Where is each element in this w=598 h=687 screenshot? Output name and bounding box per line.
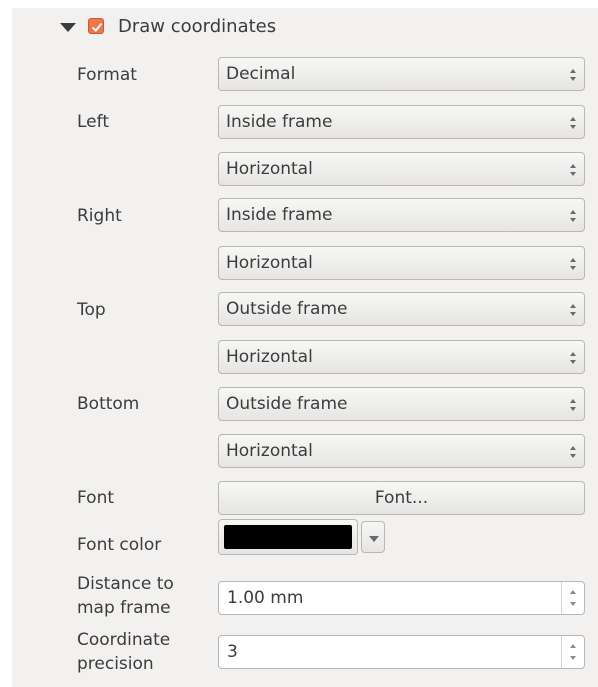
bottom-position-value: Outside frame (226, 394, 348, 414)
bottom-position-combobox[interactable]: Outside frame (218, 387, 585, 421)
updown-arrows-icon (570, 69, 576, 81)
top-direction-value: Horizontal (226, 347, 313, 367)
left-label: Left (77, 112, 109, 132)
precision-value: 3 (227, 642, 238, 662)
precision-spinbox[interactable]: 3 (218, 635, 585, 669)
updown-arrows-icon (570, 446, 576, 458)
right-direction-value: Horizontal (226, 253, 313, 273)
top-position-value: Outside frame (226, 299, 348, 319)
font-label: Font (77, 488, 115, 508)
updown-arrows-icon (570, 399, 576, 411)
updown-arrows-icon (570, 590, 576, 606)
top-label: Top (77, 300, 106, 320)
format-combobox[interactable]: Decimal (218, 57, 585, 91)
left-direction-value: Horizontal (226, 159, 313, 179)
left-position-value: Inside frame (226, 112, 333, 132)
updown-arrows-icon (570, 117, 576, 129)
precision-label-line2: precision (77, 654, 154, 674)
top-direction-combobox[interactable]: Horizontal (218, 340, 585, 374)
precision-stepper[interactable] (561, 636, 584, 668)
distance-value: 1.00 mm (227, 588, 304, 608)
font-color-swatch (224, 525, 352, 549)
left-direction-combobox[interactable]: Horizontal (218, 152, 585, 186)
distance-label-line1: Distance to (77, 574, 174, 594)
font-color-button[interactable] (218, 519, 358, 555)
font-color-label: Font color (77, 535, 162, 555)
format-value: Decimal (226, 64, 296, 84)
bottom-label: Bottom (77, 394, 140, 414)
right-label: Right (77, 206, 122, 226)
font-button[interactable]: Font... (218, 481, 585, 515)
updown-arrows-icon (570, 352, 576, 364)
distance-label: Distance to map frame (77, 572, 174, 620)
updown-arrows-icon (570, 258, 576, 270)
checkmark-icon (91, 22, 103, 32)
section-title: Draw coordinates (118, 15, 277, 37)
updown-arrows-icon (570, 644, 576, 660)
top-position-combobox[interactable]: Outside frame (218, 292, 585, 326)
updown-arrows-icon (570, 164, 576, 176)
distance-label-line2: map frame (77, 598, 171, 618)
updown-arrows-icon (570, 304, 576, 316)
updown-arrows-icon (570, 210, 576, 222)
right-direction-combobox[interactable]: Horizontal (218, 246, 585, 280)
distance-spinbox[interactable]: 1.00 mm (218, 581, 585, 615)
precision-label-line1: Coordinate (77, 630, 171, 650)
right-position-combobox[interactable]: Inside frame (218, 198, 585, 232)
draw-coordinates-header[interactable]: Draw coordinates (60, 13, 276, 39)
format-label: Format (77, 65, 137, 85)
distance-stepper[interactable] (561, 582, 584, 614)
bottom-direction-value: Horizontal (226, 441, 313, 461)
draw-coordinates-checkbox[interactable] (88, 18, 104, 34)
bottom-direction-combobox[interactable]: Horizontal (218, 434, 585, 468)
right-position-value: Inside frame (226, 205, 333, 225)
chevron-down-icon (369, 536, 379, 542)
left-position-combobox[interactable]: Inside frame (218, 105, 585, 139)
precision-label: Coordinate precision (77, 628, 170, 676)
triangle-down-icon[interactable] (60, 22, 76, 32)
font-color-dropdown[interactable] (361, 521, 385, 553)
